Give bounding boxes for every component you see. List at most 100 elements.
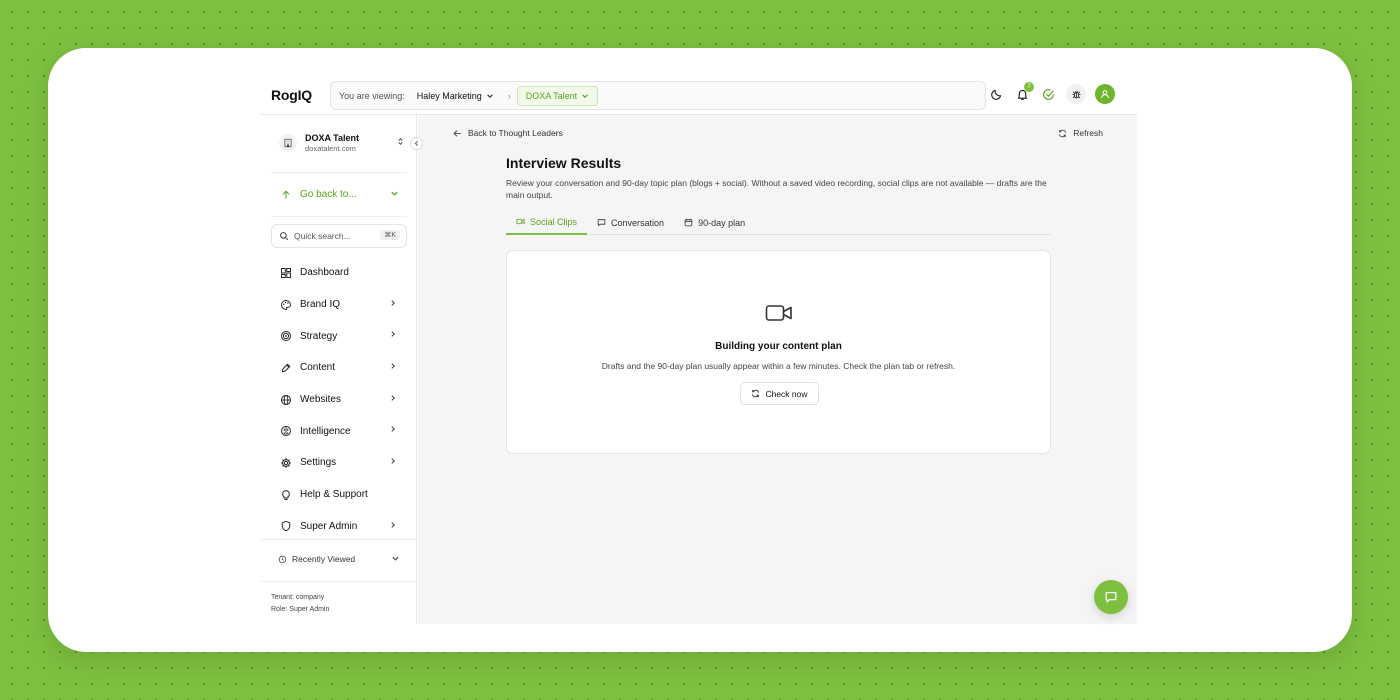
sidebar-item-content[interactable]: Content [271, 352, 407, 384]
status-check-button[interactable] [1040, 86, 1057, 103]
recently-viewed-toggle[interactable]: Recently Viewed [278, 554, 400, 564]
back-link-label: Back to Thought Leaders [468, 128, 563, 138]
divider [271, 172, 407, 173]
divider [271, 216, 407, 217]
tab-social-clips[interactable]: Social Clips [506, 210, 588, 235]
lightbulb-icon [280, 489, 292, 501]
chevron-down-icon [391, 191, 398, 196]
moon-icon [991, 89, 1002, 100]
result-tabs: Social Clips Conversation 90-day plan [506, 210, 1051, 235]
viewing-label: You are viewing: [339, 90, 405, 101]
refresh-button[interactable]: Refresh [1058, 128, 1103, 138]
dashboard-icon [280, 267, 292, 279]
main-content: Back to Thought Leaders Refresh Intervie… [418, 115, 1137, 624]
chevron-down-icon [392, 556, 399, 561]
check-circle-icon [1043, 88, 1054, 100]
refresh-label: Refresh [1073, 128, 1103, 138]
empty-state-subtitle: Drafts and the 90-day plan usually appea… [601, 361, 956, 371]
tab-90-day-plan[interactable]: 90-day plan [674, 210, 755, 235]
video-icon [516, 218, 525, 225]
notifications-button[interactable]: 7 [1014, 81, 1034, 103]
chevron-right-icon [389, 330, 397, 341]
empty-state-title: Building your content plan [715, 341, 842, 352]
collapse-sidebar-button[interactable] [410, 137, 423, 150]
chat-icon [1105, 591, 1117, 603]
sidebar-item-dashboard[interactable]: Dashboard [271, 257, 407, 289]
sidebar-item-label: Content [300, 362, 336, 374]
window-frame: RogIQ You are viewing: Haley Marketing ›… [48, 48, 1352, 652]
page-description: Review your conversation and 90-day topi… [506, 178, 1047, 200]
user-avatar[interactable] [1095, 84, 1115, 104]
tab-conversation[interactable]: Conversation [587, 210, 674, 235]
video-camera-icon [765, 305, 792, 321]
chevron-right-icon [389, 521, 397, 532]
tenant-switcher[interactable]: DOXA Talent doxatalent.com [279, 131, 405, 155]
breadcrumb-separator: › [507, 90, 511, 101]
go-back-label: Go back to... [300, 189, 357, 200]
tenant-meta: Tenant: company [271, 594, 325, 601]
top-bar: RogIQ You are viewing: Haley Marketing ›… [261, 74, 1137, 115]
tenant-name: DOXA Talent [305, 132, 360, 143]
org-selector[interactable]: Haley Marketing [417, 91, 494, 101]
chevron-right-icon [389, 299, 397, 310]
chat-button[interactable] [1094, 580, 1128, 614]
bug-icon [1071, 90, 1081, 98]
back-link[interactable]: Back to Thought Leaders [453, 128, 563, 138]
session-meta: Tenant: company Role: Super Admin [271, 592, 329, 616]
sidebar-item-super-admin[interactable]: Super Admin [271, 511, 407, 543]
sidebar: DOXA Talent doxatalent.com Go back to...… [261, 115, 423, 624]
role-meta: Role: Super Admin [271, 606, 330, 613]
chevron-right-icon [389, 457, 397, 468]
sidebar-item-websites[interactable]: Websites [271, 384, 407, 416]
org-name: Haley Marketing [416, 90, 482, 101]
empty-state-card: Building your content plan Drafts and th… [506, 250, 1051, 454]
divider [261, 539, 417, 540]
header-actions: 7 [988, 81, 1115, 104]
app-shell: RogIQ You are viewing: Haley Marketing ›… [261, 74, 1137, 624]
tab-label: Conversation [611, 217, 665, 228]
chevron-right-icon [389, 425, 397, 436]
chevron-left-icon [414, 141, 418, 146]
sidebar-item-intelligence[interactable]: Intelligence [271, 415, 407, 447]
palette-icon [280, 299, 292, 311]
arrow-left-icon [453, 129, 461, 137]
check-now-label: Check now [765, 388, 808, 399]
refresh-icon [1059, 129, 1067, 137]
sidebar-item-label: Strategy [300, 330, 338, 342]
sidebar-item-brand-iq[interactable]: Brand IQ [271, 289, 407, 321]
recently-viewed-label: Recently Viewed [292, 554, 356, 564]
clock-icon [278, 555, 287, 563]
sidebar-nav: Dashboard Brand IQ Strategy Content Webs… [271, 257, 407, 542]
debug-button[interactable] [1066, 84, 1086, 104]
sidebar-item-label: Help & Support [300, 489, 368, 501]
sidebar-item-settings[interactable]: Settings [271, 447, 407, 479]
chevron-down-icon [486, 93, 493, 98]
tenant-domain: doxatalent.com [305, 143, 356, 153]
quick-search-input[interactable]: Quick search... ⌘K [271, 224, 407, 248]
sidebar-item-help-support[interactable]: Help & Support [271, 479, 407, 511]
go-back-button[interactable]: Go back to... [281, 189, 399, 200]
chevrons-up-down-icon [396, 137, 405, 148]
user-icon [1101, 90, 1109, 99]
notification-count-badge: 7 [1024, 81, 1034, 92]
tab-label: Social Clips [530, 216, 578, 227]
search-placeholder: Quick search... [294, 231, 351, 241]
tenant-selector[interactable]: DOXA Talent [516, 85, 599, 106]
sidebar-item-label: Intelligence [300, 425, 351, 437]
app-logo[interactable]: RogIQ [271, 87, 312, 103]
sidebar-item-strategy[interactable]: Strategy [271, 320, 407, 352]
check-now-button[interactable]: Check now [740, 382, 819, 405]
chevron-right-icon [389, 394, 397, 405]
page-title: Interview Results [506, 155, 622, 171]
theme-toggle-button[interactable] [988, 86, 1005, 103]
sidebar-item-label: Brand IQ [300, 299, 341, 311]
context-switcher: You are viewing: Haley Marketing › DOXA … [330, 81, 986, 110]
arrow-up-icon [282, 190, 290, 199]
brain-icon [280, 425, 292, 437]
message-square-icon [597, 219, 606, 226]
search-shortcut: ⌘K [380, 230, 400, 240]
calendar-icon [684, 218, 693, 227]
shield-icon [280, 520, 292, 532]
globe-icon [280, 394, 292, 406]
divider [261, 581, 417, 582]
